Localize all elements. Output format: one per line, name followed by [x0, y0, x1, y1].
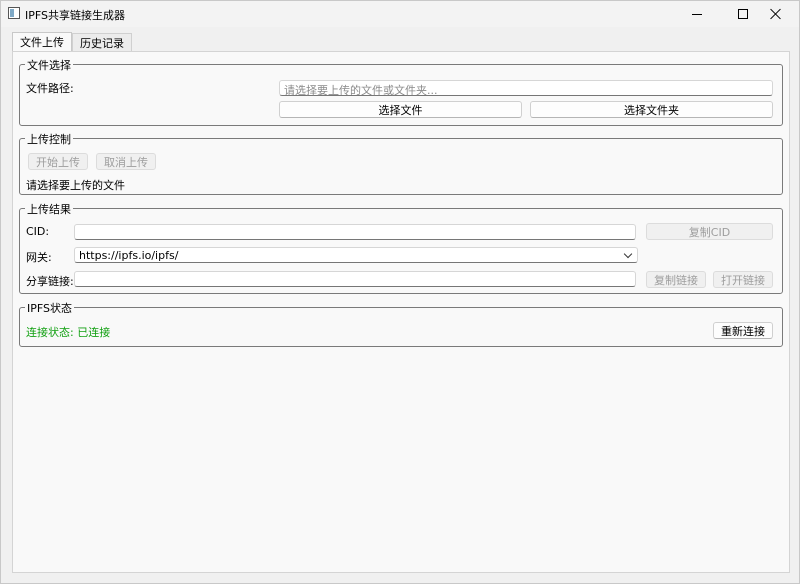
tab-pane-file-upload: 文件选择 文件路径: 请选择要上传的文件或文件夹... 选择文件 选择文件夹 上… — [12, 51, 790, 573]
chevron-down-icon — [623, 249, 633, 259]
select-folder-button[interactable]: 选择文件夹 — [530, 101, 773, 118]
file-path-placeholder: 请选择要上传的文件或文件夹... — [284, 84, 438, 97]
upload-control-group: 上传控制 开始上传 取消上传 请选择要上传的文件 — [19, 131, 783, 195]
file-path-label: 文件路径: — [26, 82, 74, 95]
reconnect-button[interactable]: 重新连接 — [713, 322, 773, 339]
file-select-group-title: 文件选择 — [25, 57, 73, 73]
tab-file-upload[interactable]: 文件上传 — [12, 32, 72, 51]
gateway-select[interactable]: https://ipfs.io/ipfs/ — [74, 247, 638, 263]
minimize-icon — [692, 13, 702, 15]
upload-result-group: 上传结果 CID: 复制CID 网关: https://ipfs.io/ipfs… — [19, 201, 783, 294]
select-file-button[interactable]: 选择文件 — [279, 101, 522, 118]
gateway-value: https://ipfs.io/ipfs/ — [79, 249, 179, 262]
ipfs-status-group: IPFS状态 连接状态: 已连接 重新连接 — [19, 300, 783, 347]
upload-status-text: 请选择要上传的文件 — [26, 179, 125, 192]
window-title: IPFS共享链接生成器 — [25, 9, 125, 22]
copy-link-button[interactable]: 复制链接 — [646, 271, 706, 288]
file-path-input[interactable]: 请选择要上传的文件或文件夹... — [279, 80, 773, 97]
app-icon — [8, 7, 20, 19]
file-select-group: 文件选择 文件路径: 请选择要上传的文件或文件夹... 选择文件 选择文件夹 — [19, 57, 783, 126]
copy-cid-button[interactable]: 复制CID — [646, 223, 773, 240]
upload-result-group-title: 上传结果 — [25, 201, 73, 217]
maximize-icon — [738, 9, 748, 19]
gateway-label: 网关: — [26, 251, 52, 264]
close-icon — [770, 8, 782, 20]
tab-history[interactable]: 历史记录 — [72, 33, 132, 51]
close-button[interactable] — [753, 1, 799, 27]
share-link-field[interactable] — [74, 271, 636, 287]
share-link-label: 分享链接: — [26, 275, 74, 288]
tab-bar: 文件上传 历史记录 — [12, 32, 132, 51]
title-bar: IPFS共享链接生成器 — [1, 1, 799, 27]
minimize-button[interactable] — [674, 1, 720, 27]
app-window: IPFS共享链接生成器 文件上传 历史记录 文件选择 文件路径: 请选择要上传的… — [0, 0, 800, 584]
upload-control-group-title: 上传控制 — [25, 131, 73, 147]
connection-status-text: 连接状态: 已连接 — [26, 326, 111, 339]
cid-field[interactable] — [74, 224, 636, 240]
cid-label: CID: — [26, 225, 50, 238]
start-upload-button[interactable]: 开始上传 — [28, 153, 88, 170]
cancel-upload-button[interactable]: 取消上传 — [96, 153, 156, 170]
ipfs-status-group-title: IPFS状态 — [25, 300, 74, 316]
open-link-button[interactable]: 打开链接 — [713, 271, 773, 288]
